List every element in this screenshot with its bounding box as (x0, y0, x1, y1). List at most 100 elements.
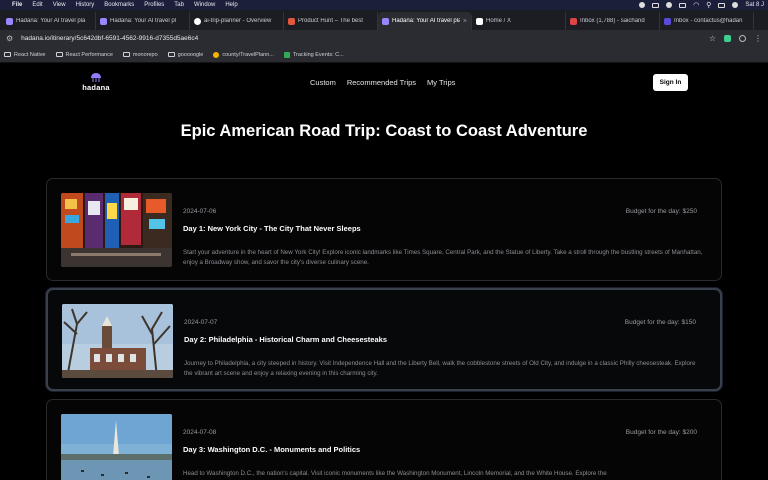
bookmark-county-travel[interactable]: county/TravelPlann... (213, 51, 274, 58)
x-icon (476, 17, 483, 25)
github-icon (194, 17, 201, 25)
tab-hadana-2[interactable]: Hadana: Your AI travel pl (96, 12, 190, 30)
bookmark-tracking-events[interactable]: Tracking Events: C... (283, 51, 344, 58)
tab-title: Hadana: Your AI travel pla (16, 18, 86, 24)
web-page: hadana Custom Recommended Trips My Trips… (0, 63, 768, 480)
day-date: 2024-07-06 (183, 208, 217, 215)
extension-icon[interactable] (724, 35, 731, 42)
bookmark-label: React Performance (65, 51, 113, 58)
times-square-photo-image (61, 193, 172, 267)
tab-hadana-1[interactable]: Hadana: Your AI travel pla (2, 12, 96, 30)
bookmark-react-native[interactable]: React Native (4, 52, 46, 58)
folder-icon (122, 52, 130, 57)
bookmark-label: React Native (14, 51, 46, 58)
independence-hall-photo (62, 304, 173, 378)
day-date: 2024-07-08 (183, 429, 217, 436)
nav-custom[interactable]: Custom (310, 78, 336, 87)
tab-title: Inbox - contactus@hadan (674, 18, 743, 24)
day-title: Day 2: Philadelphia - Historical Charm a… (184, 335, 387, 344)
siri-icon[interactable] (732, 2, 739, 8)
day-card-3[interactable]: 2024-07-08 Budget for the day: $200 Day … (46, 399, 722, 480)
menu-clock[interactable]: Sat 8 J (745, 2, 764, 8)
tab-product-hunt[interactable]: Product Hunt – The best (284, 12, 378, 30)
bookmark-monorepo[interactable]: monorepo (122, 52, 158, 58)
day-budget: Budget for the day: $250 (625, 208, 697, 215)
hadana-icon (100, 17, 107, 25)
pause-icon[interactable] (666, 2, 673, 8)
tracker-icon (283, 51, 290, 58)
status-icons: ◠ ⚲ Sat 8 J (639, 0, 764, 10)
site-info-icon[interactable]: ⚙ (6, 34, 13, 43)
tab-title: Product Hunt – The best (298, 18, 363, 24)
washington-monument-photo-image (61, 414, 172, 480)
tab-title: Home / X (486, 18, 512, 24)
bookmark-gooooogle[interactable]: gooooogle (167, 51, 204, 58)
independence-hall-photo-image (62, 304, 173, 378)
logo-text: hadana (82, 83, 110, 92)
bookmark-react-performance[interactable]: React Performance (55, 51, 113, 58)
nav-recommended-trips[interactable]: Recommended Trips (347, 78, 416, 87)
search-icon[interactable]: ⚲ (706, 1, 711, 9)
hadana-logo-icon (91, 73, 101, 82)
profile-icon[interactable] (739, 35, 746, 42)
day-budget: Budget for the day: $150 (624, 319, 696, 326)
inbox-icon (664, 17, 671, 25)
hadana-icon (6, 17, 13, 25)
day-budget: Budget for the day: $200 (625, 429, 697, 436)
google-icon (213, 51, 220, 58)
wifi-icon[interactable]: ◠ (693, 1, 699, 9)
day-title: Day 1: New York City - The City That Nev… (183, 224, 361, 233)
nav-my-trips[interactable]: My Trips (427, 78, 455, 87)
bookmark-label: county/TravelPlann... (222, 51, 274, 58)
tab-title: ai-trip-planner - Overview (204, 18, 272, 24)
menu-history[interactable]: History (76, 2, 95, 8)
menu-window[interactable]: Window (194, 2, 215, 8)
bookmarks-bar: React Native React Performance monorepo … (0, 47, 768, 63)
address-bar[interactable]: hadana.io/itinerary/5c642dbf-6591-4562-9… (21, 35, 701, 42)
times-square-photo (61, 193, 172, 267)
page-title: Epic American Road Trip: Coast to Coast … (180, 122, 588, 140)
menu-tab[interactable]: Tab (174, 2, 184, 8)
more-menu-icon[interactable]: ⋮ (754, 34, 762, 43)
tab-github[interactable]: ai-trip-planner - Overview (190, 12, 284, 30)
menu-bookmarks[interactable]: Bookmarks (104, 2, 134, 8)
battery-icon[interactable] (679, 2, 687, 8)
hadana-logo[interactable]: hadana (80, 73, 112, 93)
tab-title: Inbox (1,788) - saichand (580, 18, 645, 24)
sign-in-button[interactable]: Sign In (653, 74, 688, 91)
day-description: Head to Washington D.C., the nation's ca… (183, 470, 607, 477)
tab-title: Hadana: Your AI travel pla (392, 18, 460, 24)
control-center-icon[interactable] (718, 2, 726, 8)
gmail-icon (570, 17, 577, 25)
day-description: Start your adventure in the heart of New… (183, 249, 703, 266)
tab-title: Hadana: Your AI travel pl (110, 18, 177, 24)
menu-help[interactable]: Help (225, 2, 237, 8)
day-title: Day 3: Washington D.C. - Monuments and P… (183, 445, 361, 454)
macos-menu-bar: File Edit View History Bookmarks Profile… (0, 0, 768, 10)
hadana-icon (382, 17, 389, 25)
day-description: Journey to Philadelphia, a city steeped … (184, 360, 696, 377)
tab-gmail[interactable]: Inbox (1,788) - saichand (566, 12, 660, 30)
tab-hadana-active[interactable]: Hadana: Your AI travel pla × (378, 12, 472, 30)
folder-icon (167, 52, 175, 57)
browser-tab-strip: Hadana: Your AI travel pla Hadana: Your … (0, 10, 768, 30)
bookmark-label: gooooogle (177, 51, 204, 58)
display-icon[interactable] (652, 2, 660, 8)
status-app-icon[interactable] (639, 2, 646, 8)
bookmark-label: Tracking Events: C... (292, 51, 344, 58)
site-header: hadana Custom Recommended Trips My Trips… (0, 63, 768, 103)
bookmark-star-icon[interactable]: ☆ (709, 34, 716, 43)
close-icon[interactable]: × (463, 18, 467, 25)
menu-edit[interactable]: Edit (32, 2, 42, 8)
producthunt-icon (288, 17, 295, 25)
washington-monument-photo (61, 414, 172, 480)
tab-x[interactable]: Home / X (472, 12, 566, 30)
tab-inbox[interactable]: Inbox - contactus@hadan (660, 12, 754, 30)
menu-file[interactable]: File (12, 2, 22, 8)
day-card-2[interactable]: 2024-07-07 Budget for the day: $150 Day … (46, 288, 722, 391)
site-nav: Custom Recommended Trips My Trips (310, 78, 455, 87)
menu-profiles[interactable]: Profiles (144, 2, 164, 8)
day-date: 2024-07-07 (184, 319, 218, 326)
day-card-1[interactable]: 2024-07-06 Budget for the day: $250 Day … (46, 178, 722, 281)
menu-view[interactable]: View (53, 2, 66, 8)
